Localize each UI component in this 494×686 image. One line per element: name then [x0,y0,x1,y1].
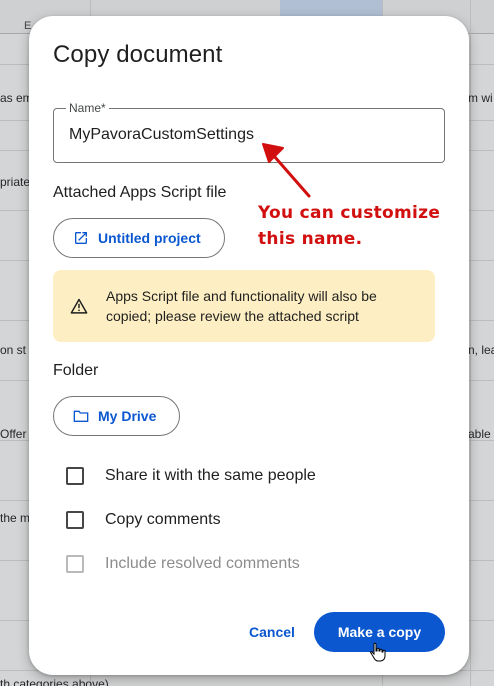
warning-banner: Apps Script file and functionality will … [53,270,435,342]
share-checkbox[interactable] [66,467,84,485]
project-button-label: Untitled project [98,230,201,246]
name-field[interactable]: Name* [53,102,445,163]
share-option-label: Share it with the same people [105,467,316,484]
attached-script-label: Attached Apps Script file [53,184,227,201]
folder-icon [73,409,89,423]
annotation-line-1: You can customize [258,203,441,223]
include-resolved-option: Include resolved comments [66,555,300,573]
copy-comments-label: Copy comments [105,511,221,528]
copy-document-dialog: Copy document Name* Attached Apps Script… [29,16,469,675]
hand-cursor-icon [369,642,387,667]
annotation-arrow [262,143,311,198]
warning-text: Apps Script file and functionality will … [106,288,377,324]
folder-button-label: My Drive [98,408,157,424]
cancel-button[interactable]: Cancel [235,612,309,652]
folder-label: Folder [53,362,99,379]
dialog-title: Copy document [53,41,223,68]
my-drive-button[interactable]: My Drive [53,396,180,436]
copy-comments-checkbox[interactable] [66,511,84,529]
annotation-line-2: this name. [258,229,363,249]
warning-icon [70,298,88,319]
untitled-project-button[interactable]: Untitled project [53,218,225,258]
share-same-people-option[interactable]: Share it with the same people [66,467,316,485]
open-in-new-icon [73,230,89,246]
include-resolved-label: Include resolved comments [105,555,300,572]
annotation-text: You can customize this name. [258,200,458,252]
copy-comments-option[interactable]: Copy comments [66,511,221,529]
name-input[interactable] [69,126,429,144]
name-field-label: Name* [66,102,109,115]
include-resolved-checkbox [66,555,84,573]
